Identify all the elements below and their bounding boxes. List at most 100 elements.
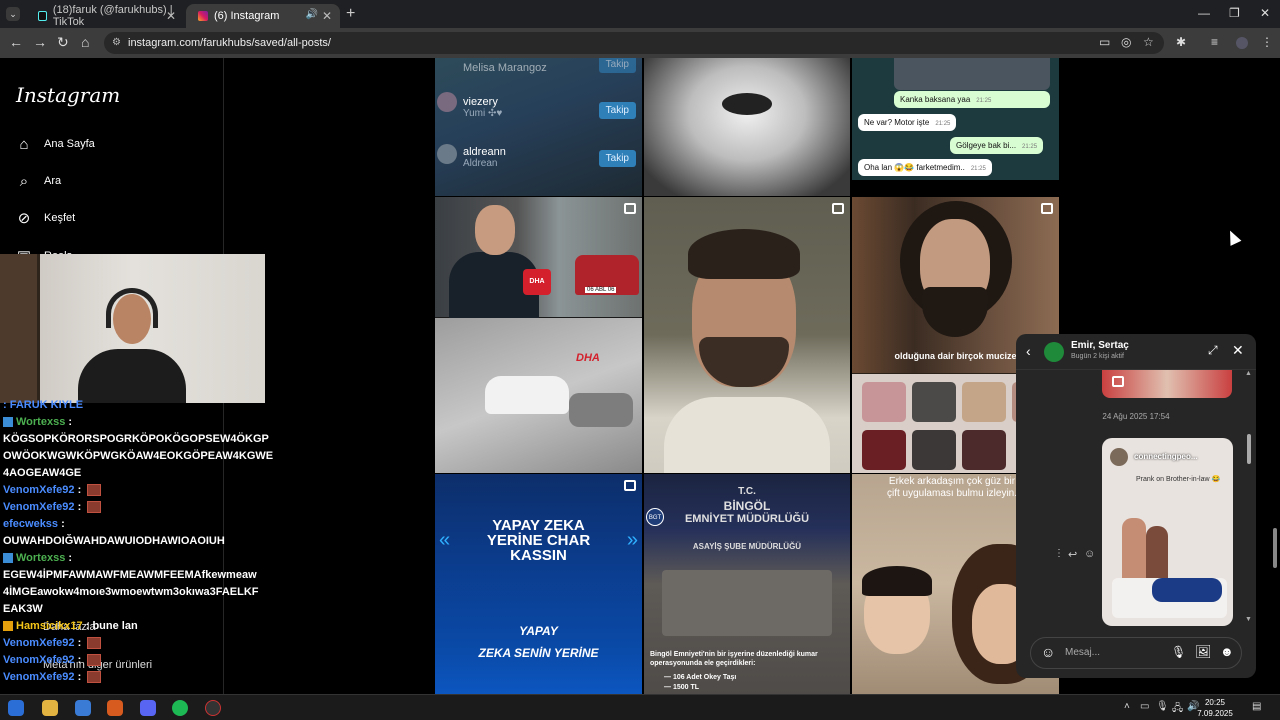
microphone-icon[interactable]: 🎙 bbox=[1171, 645, 1186, 659]
tab-tiktok[interactable]: (18)faruk (@farukhubs) | TikTok ✕ bbox=[26, 4, 184, 28]
chrome-icon[interactable] bbox=[75, 700, 91, 716]
stream-chat-overlay: Daha fazla Meta'nın diğer ürünleri : FAR… bbox=[0, 399, 273, 703]
tray-chevron-icon[interactable]: ˄ bbox=[1124, 701, 1130, 712]
chat-message: VenomXefe92 : bbox=[3, 482, 265, 499]
nav-search[interactable]: ⌕ Ara bbox=[14, 171, 61, 191]
emoji-icon[interactable]: ☺ bbox=[1041, 644, 1055, 660]
chat-text: : bbox=[74, 637, 85, 649]
shared-reel[interactable]: connectingpeo... Prank on Brother-in-law… bbox=[1102, 438, 1233, 626]
image-icon[interactable]: 🖼 bbox=[1195, 644, 1212, 660]
chat-username: Hamsicikx17 bbox=[16, 620, 83, 632]
post-news-dha[interactable]: 06 ABL 06 DHA DHA bbox=[435, 197, 642, 473]
chat-text: KÖGSOPKÖRORSPOGRKÖPOKÖGOPSEW4ÖKGP bbox=[3, 433, 269, 445]
scroll-up-icon[interactable]: ▲ bbox=[1245, 370, 1252, 377]
follow-button[interactable]: Takip bbox=[598, 102, 636, 119]
back-chevron-icon[interactable]: ‹ bbox=[1026, 343, 1031, 359]
discord-icon[interactable] bbox=[140, 700, 156, 716]
expand-icon[interactable]: ⤢ bbox=[1208, 343, 1218, 358]
motorbike-image bbox=[894, 58, 1050, 90]
site-info-icon[interactable]: ⚙ bbox=[112, 32, 121, 54]
suggestion-sub: Yumi ✣♥ bbox=[463, 108, 503, 119]
notification-icon[interactable]: ▤ bbox=[1252, 701, 1261, 712]
chat-text: : bbox=[74, 671, 85, 683]
media-control-icon[interactable]: ≡ bbox=[1211, 35, 1218, 49]
scroll-down-icon[interactable]: ▼ bbox=[1245, 616, 1252, 623]
group-avatar[interactable] bbox=[1044, 342, 1064, 362]
address-bar[interactable]: ⚙ instagram.com/farukhubs/saved/all-post… bbox=[104, 32, 1164, 54]
reload-icon[interactable]: ↻ bbox=[57, 34, 69, 51]
page-scroll-thumb[interactable] bbox=[1273, 528, 1277, 568]
minimize-icon[interactable]: — bbox=[1198, 6, 1210, 20]
mic-icon[interactable]: 🎙 bbox=[1156, 701, 1169, 712]
spotify-icon[interactable] bbox=[172, 700, 188, 716]
dm-title[interactable]: Emir, Sertaç bbox=[1071, 340, 1129, 351]
forward-icon[interactable]: → bbox=[33, 34, 47, 50]
tab-instagram[interactable]: (6) Instagram 🔊 ✕ bbox=[186, 4, 340, 28]
dm-status: Bugün 2 kişi aktif bbox=[1071, 353, 1124, 360]
tray-app-icon[interactable]: ▭ bbox=[1140, 701, 1149, 712]
obs-icon[interactable] bbox=[205, 700, 221, 716]
extensions-icon[interactable]: ✱ bbox=[1176, 35, 1186, 49]
post-yapay-zeka[interactable]: YAPAY ZEKA YERİNE CHAR KASSIN « » YAPAY … bbox=[435, 474, 642, 694]
nav-home[interactable]: ⌂ Ana Sayfa bbox=[14, 134, 94, 154]
reel-icon bbox=[832, 203, 844, 214]
react-smiley-icon[interactable]: ☺ bbox=[1084, 548, 1095, 560]
nav-explore[interactable]: ⊘ Keşfet bbox=[14, 208, 75, 228]
shared-user-avatar bbox=[1110, 448, 1128, 466]
chat-text: EAK3W bbox=[3, 603, 43, 615]
windows-taskbar: ˄ ▭ 🎙 🖧 🔊 20:25 7.09.2025 ▤ bbox=[0, 694, 1280, 720]
profile-avatar[interactable] bbox=[1236, 37, 1248, 49]
menu-dots-icon[interactable]: ⋮ bbox=[1261, 35, 1273, 49]
previous-shared-post[interactable] bbox=[1102, 370, 1232, 398]
new-tab-button[interactable]: + bbox=[346, 5, 355, 23]
chat-message: Wortexss : bbox=[3, 550, 265, 567]
reel-sleeping-person bbox=[1152, 578, 1222, 602]
headset-icon bbox=[106, 288, 158, 328]
more-dots-icon[interactable]: ⋮ bbox=[1054, 548, 1064, 559]
home-icon: ⌂ bbox=[19, 135, 29, 153]
dm-popup: ‹ Emir, Sertaç Bugün 2 kişi aktif ⤢ ✕ 24… bbox=[1016, 334, 1256, 678]
reel-icon bbox=[1041, 203, 1053, 214]
post-whatsapp[interactable]: Kanka baksana yaa 21:25 Ne var? Motor işt… bbox=[852, 58, 1059, 180]
chat-message: efecwekss : bbox=[3, 516, 265, 533]
person-face bbox=[475, 205, 515, 255]
reel-icon bbox=[1112, 376, 1124, 387]
news-bottom-image: DHA bbox=[435, 318, 642, 473]
sticker-icon[interactable]: ☻ bbox=[1220, 644, 1234, 659]
taskbar-clock[interactable]: 20:25 7.09.2025 bbox=[1195, 697, 1235, 719]
follow-button[interactable]: Takip bbox=[598, 150, 636, 167]
start-icon[interactable] bbox=[8, 700, 24, 716]
close-tab-icon[interactable]: ✕ bbox=[166, 9, 176, 23]
close-tab-icon[interactable]: ✕ bbox=[322, 9, 332, 23]
chat-text: : bbox=[74, 484, 85, 496]
speaker-icon[interactable]: 🔊 bbox=[306, 9, 318, 20]
eye-off-icon[interactable]: ◎ bbox=[1121, 35, 1131, 49]
back-icon[interactable]: ← bbox=[9, 34, 23, 50]
cast-icon[interactable]: ▭ bbox=[1099, 35, 1110, 49]
message-input[interactable]: ☺ Mesaj... 🎙 🖼 ☻ bbox=[1030, 637, 1242, 669]
restore-icon[interactable]: ❐ bbox=[1229, 6, 1240, 20]
dha-watermark: DHA bbox=[576, 352, 600, 364]
post-emniyet[interactable]: BGT T.C. BİNGÖL EMNİYET MÜDÜRLÜĞÜ ASAYİŞ… bbox=[644, 474, 850, 694]
file-explorer-icon[interactable] bbox=[42, 700, 58, 716]
page-scrollbar[interactable] bbox=[1270, 58, 1280, 694]
post-suggestions[interactable]: Melisa Marangoz viezery Yumi ✣♥ aldreann… bbox=[435, 58, 642, 196]
post-man-face[interactable] bbox=[644, 197, 850, 473]
tab-search-icon[interactable]: ⌄ bbox=[6, 7, 20, 21]
reply-icon[interactable]: ↩ bbox=[1068, 548, 1077, 561]
follow-button[interactable]: Takip bbox=[598, 58, 636, 73]
network-icon[interactable]: 🖧 bbox=[1172, 701, 1183, 718]
chat-emote-icon bbox=[87, 654, 102, 667]
nav-label: Ara bbox=[44, 175, 62, 187]
post-beard[interactable] bbox=[644, 58, 850, 196]
chat-username: Wortexss bbox=[16, 416, 66, 428]
close-icon[interactable]: ✕ bbox=[1232, 342, 1244, 359]
instagram-logo[interactable]: Instagram bbox=[16, 83, 120, 107]
dm-scrollbar[interactable] bbox=[1247, 434, 1251, 464]
app-icon[interactable] bbox=[107, 700, 123, 716]
bookmark-star-icon[interactable]: ☆ bbox=[1143, 35, 1154, 49]
chat-message: EAK3W bbox=[3, 601, 265, 618]
close-window-icon[interactable]: ✕ bbox=[1260, 6, 1270, 20]
suitcase bbox=[862, 430, 906, 470]
home-icon[interactable]: ⌂ bbox=[81, 34, 89, 50]
